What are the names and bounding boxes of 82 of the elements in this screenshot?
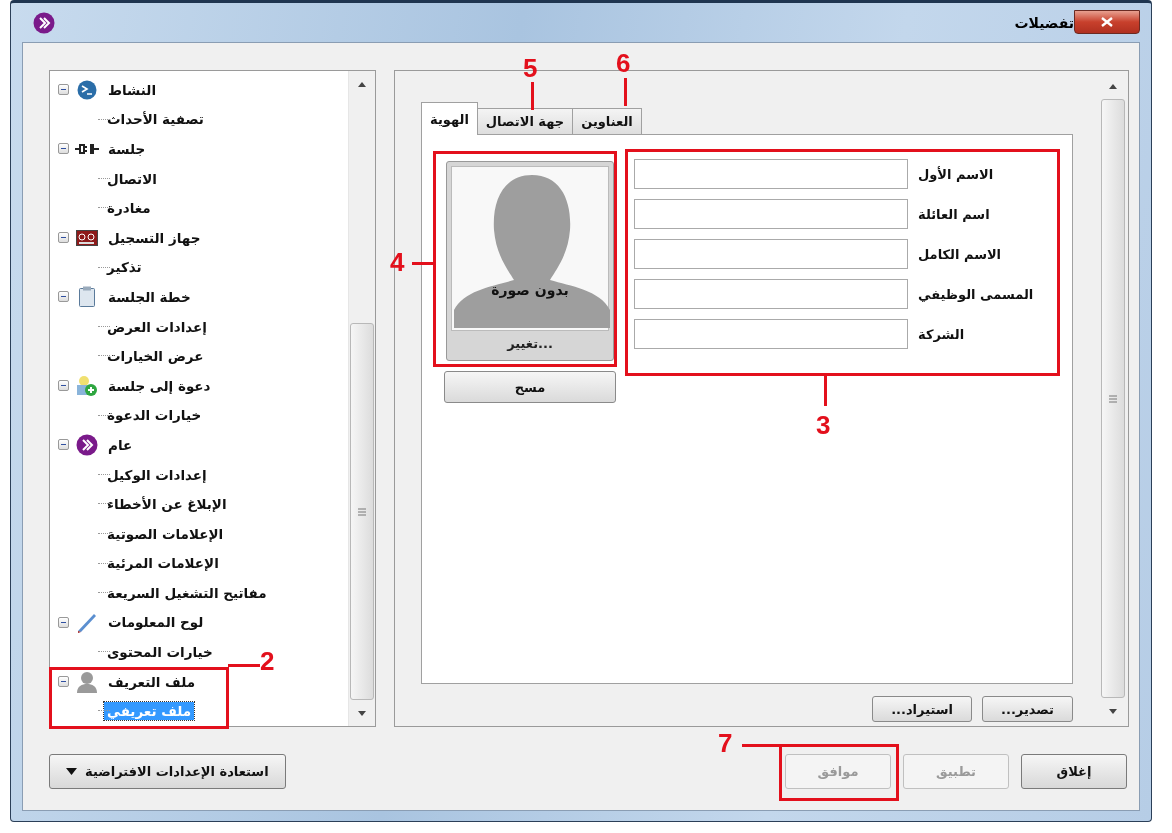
- grip-icon: [358, 507, 366, 516]
- grip-icon: [1109, 394, 1117, 403]
- collapse-icon[interactable]: [58, 617, 69, 628]
- leader-line: [412, 262, 434, 265]
- field-label: المسمى الوظيفي: [918, 286, 1034, 302]
- tree-item[interactable]: خطة الجلسة: [105, 287, 194, 306]
- callout-number: 5: [523, 55, 538, 81]
- field-label: الاسم الأول: [918, 166, 994, 182]
- tree-item[interactable]: إعدادات العرض: [104, 317, 210, 336]
- field-label: اسم العائلة: [918, 206, 990, 222]
- export-button[interactable]: تصدير...: [982, 696, 1073, 722]
- tree-item[interactable]: الإبلاغ عن الأخطاء: [104, 495, 230, 514]
- change-photo-button[interactable]: تغيير...: [451, 331, 609, 356]
- tree-item[interactable]: مغادرة: [104, 199, 154, 218]
- tree-item[interactable]: خيارات المحتوى: [104, 643, 216, 662]
- tree-item[interactable]: عرض الخيارات: [104, 347, 207, 366]
- tree-item[interactable]: الإعلامات المرئية: [104, 554, 222, 573]
- recorder-icon: [76, 229, 98, 246]
- collapse-icon[interactable]: [58, 439, 69, 451]
- photo-caption: بدون صورة: [491, 282, 569, 298]
- input-field[interactable]: [634, 159, 908, 189]
- collapse-icon[interactable]: [58, 676, 69, 688]
- app-logo-icon: [33, 11, 55, 34]
- tree-item[interactable]: تذكير: [104, 258, 145, 277]
- scroll-down-icon[interactable]: [358, 710, 366, 716]
- collapse-icon[interactable]: [58, 232, 69, 244]
- callout-number: 3: [816, 412, 831, 438]
- people-add-icon: [76, 374, 98, 397]
- tree-item[interactable]: عام: [105, 435, 136, 454]
- tree-item[interactable]: تصفية الأحداث: [104, 110, 207, 129]
- tab[interactable]: جهة الاتصال: [476, 108, 574, 134]
- callout-number: 6: [616, 50, 631, 76]
- window-title: تفضيلات: [1014, 14, 1074, 31]
- field-label: الاسم الكامل: [918, 246, 1002, 262]
- collapse-icon[interactable]: [58, 291, 69, 303]
- plug-icon: [74, 142, 100, 156]
- callout-number: 4: [390, 249, 405, 275]
- restore-defaults-button[interactable]: استعادة الإعدادات الافتراضية: [49, 754, 286, 789]
- input-field[interactable]: [634, 199, 908, 229]
- scroll-up-icon[interactable]: [1109, 83, 1117, 89]
- tree-item[interactable]: النشاط: [105, 80, 160, 99]
- scrollbar-thumb[interactable]: [350, 323, 374, 700]
- input-field[interactable]: [634, 279, 908, 309]
- field-label: الشركة: [918, 326, 965, 342]
- tree-item[interactable]: ملف التعريف: [105, 672, 199, 691]
- tree-item[interactable]: مفاتيح التشغيل السريعة: [104, 583, 270, 602]
- close-icon: [1101, 17, 1113, 27]
- leader-line: [228, 664, 260, 667]
- tree-item[interactable]: خيارات الدعوة: [104, 406, 205, 425]
- tree-item[interactable]: الاتصال: [104, 169, 160, 188]
- close-button[interactable]: [1074, 10, 1140, 34]
- leader-line: [531, 82, 534, 110]
- close-dialog-button[interactable]: إغلاق: [1021, 754, 1127, 789]
- caret-icon: [66, 768, 77, 775]
- tree-item[interactable]: لوح المعلومات: [105, 613, 207, 632]
- clipboard-icon: [78, 285, 96, 308]
- tree-item[interactable]: جلسة: [105, 140, 149, 158]
- scroll-up-icon[interactable]: [358, 81, 366, 87]
- clear-button[interactable]: مسح: [444, 371, 616, 403]
- leader-line: [824, 376, 827, 406]
- tree-item[interactable]: جهاز التسجيل: [105, 228, 204, 247]
- tab[interactable]: الهوية: [421, 102, 478, 135]
- leader-line: [624, 78, 627, 106]
- tree-item[interactable]: إعدادات الوكيل: [104, 465, 210, 484]
- collapse-icon[interactable]: [58, 380, 69, 392]
- leader-line: [742, 744, 782, 747]
- chevrons-icon: [76, 433, 98, 456]
- tab[interactable]: العناوين: [572, 108, 642, 134]
- callout-number: 7: [718, 730, 733, 756]
- scrollbar-thumb[interactable]: [1101, 99, 1125, 698]
- tree-item[interactable]: الإعلامات الصوتية: [104, 524, 227, 543]
- collapse-icon[interactable]: [58, 143, 69, 155]
- tree-item[interactable]: دعوة إلى جلسة: [105, 376, 214, 395]
- collapse-icon[interactable]: [58, 84, 69, 96]
- person-icon: [77, 670, 97, 693]
- import-button[interactable]: استيراد...: [872, 696, 972, 722]
- terminal-icon: [77, 79, 97, 100]
- scroll-down-icon[interactable]: [1109, 708, 1117, 714]
- input-field[interactable]: [634, 239, 908, 269]
- callout-number: 2: [260, 648, 275, 674]
- input-field[interactable]: [634, 319, 908, 349]
- pen-icon: [76, 611, 98, 634]
